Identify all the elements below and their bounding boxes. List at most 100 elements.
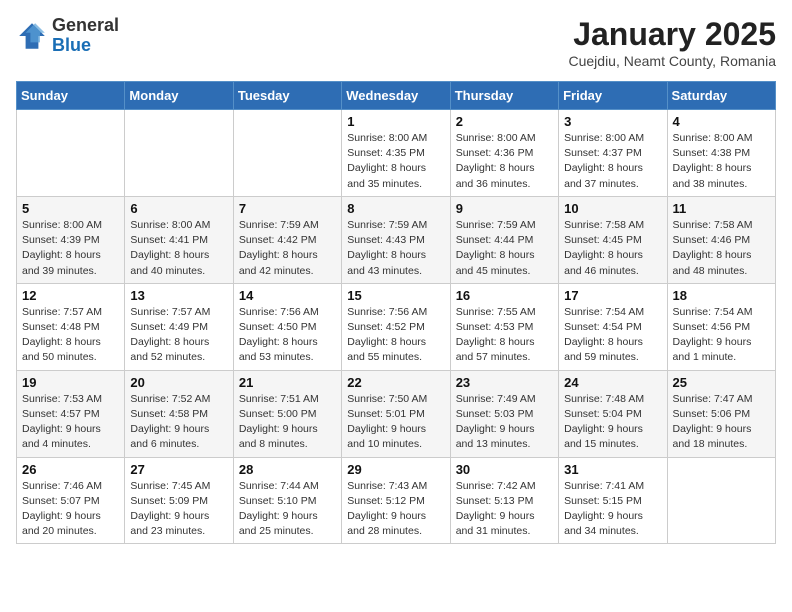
calendar-cell [125, 110, 233, 197]
calendar-cell: 1Sunrise: 8:00 AM Sunset: 4:35 PM Daylig… [342, 110, 450, 197]
month-title: January 2025 [568, 16, 776, 53]
calendar-cell: 13 Sunrise: 7:57 AM Sunset: 4:49 PM Dayli… [125, 283, 233, 370]
calendar-cell: 11 Sunrise: 7:58 AM Sunset: 4:46 PM Dayli… [667, 196, 775, 283]
day-info: Sunrise: 7:50 AM Sunset: 5:01 PM Dayligh… [347, 392, 444, 453]
calendar-cell: 12Sunrise: 7:57 AM Sunset: 4:48 PM Dayli… [17, 283, 125, 370]
day-info: Sunrise: 7:56 AM Sunset: 4:50 PM Dayligh… [239, 305, 336, 366]
logo-blue: Blue [52, 35, 91, 55]
day-info: Sunrise: 7:51 AM Sunset: 5:00 PM Dayligh… [239, 392, 336, 453]
weekday-header: Thursday [450, 82, 558, 110]
calendar: SundayMondayTuesdayWednesdayThursdayFrid… [16, 81, 776, 544]
calendar-week-row: 12Sunrise: 7:57 AM Sunset: 4:48 PM Dayli… [17, 283, 776, 370]
logo-general: General [52, 15, 119, 35]
day-number: 27 [130, 462, 227, 477]
day-number: 15 [347, 288, 444, 303]
calendar-cell: 21 Sunrise: 7:51 AM Sunset: 5:00 PM Dayli… [233, 370, 341, 457]
day-info: Sunrise: 7:58 AM Sunset: 4:46 PM Dayligh… [673, 218, 770, 279]
day-info: Sunrise: 7:57 AM Sunset: 4:49 PM Dayligh… [130, 305, 227, 366]
day-info: Sunrise: 7:45 AM Sunset: 5:09 PM Dayligh… [130, 479, 227, 540]
day-info: Sunrise: 7:54 AM Sunset: 4:56 PM Dayligh… [673, 305, 770, 366]
calendar-cell: 31 Sunrise: 7:41 AM Sunset: 5:15 PM Dayli… [559, 457, 667, 544]
day-info: Sunrise: 7:59 AM Sunset: 4:44 PM Dayligh… [456, 218, 553, 279]
calendar-cell [233, 110, 341, 197]
calendar-cell: 16 Sunrise: 7:55 AM Sunset: 4:53 PM Dayli… [450, 283, 558, 370]
calendar-cell: 23 Sunrise: 7:49 AM Sunset: 5:03 PM Dayli… [450, 370, 558, 457]
day-number: 13 [130, 288, 227, 303]
day-number: 11 [673, 201, 770, 216]
day-info: Sunrise: 7:52 AM Sunset: 4:58 PM Dayligh… [130, 392, 227, 453]
calendar-cell: 22 Sunrise: 7:50 AM Sunset: 5:01 PM Dayli… [342, 370, 450, 457]
day-info: Sunrise: 8:00 AM Sunset: 4:39 PM Dayligh… [22, 218, 119, 279]
day-number: 24 [564, 375, 661, 390]
calendar-cell: 10 Sunrise: 7:58 AM Sunset: 4:45 PM Dayli… [559, 196, 667, 283]
day-number: 21 [239, 375, 336, 390]
day-number: 25 [673, 375, 770, 390]
day-number: 29 [347, 462, 444, 477]
calendar-cell: 5 Sunrise: 8:00 AM Sunset: 4:39 PM Daylig… [17, 196, 125, 283]
day-number: 7 [239, 201, 336, 216]
day-number: 18 [673, 288, 770, 303]
calendar-week-row: 1Sunrise: 8:00 AM Sunset: 4:35 PM Daylig… [17, 110, 776, 197]
day-info: Sunrise: 7:56 AM Sunset: 4:52 PM Dayligh… [347, 305, 444, 366]
day-number: 10 [564, 201, 661, 216]
day-info: Sunrise: 7:41 AM Sunset: 5:15 PM Dayligh… [564, 479, 661, 540]
calendar-week-row: 26 Sunrise: 7:46 AM Sunset: 5:07 PM Dayli… [17, 457, 776, 544]
calendar-cell: 7 Sunrise: 7:59 AM Sunset: 4:42 PM Daylig… [233, 196, 341, 283]
calendar-cell [17, 110, 125, 197]
day-info: Sunrise: 7:49 AM Sunset: 5:03 PM Dayligh… [456, 392, 553, 453]
calendar-cell: 9 Sunrise: 7:59 AM Sunset: 4:44 PM Daylig… [450, 196, 558, 283]
calendar-cell: 8 Sunrise: 7:59 AM Sunset: 4:43 PM Daylig… [342, 196, 450, 283]
day-number: 5 [22, 201, 119, 216]
calendar-cell: 18 Sunrise: 7:54 AM Sunset: 4:56 PM Dayli… [667, 283, 775, 370]
logo: General Blue [16, 16, 119, 56]
day-number: 30 [456, 462, 553, 477]
day-number: 1 [347, 114, 444, 129]
logo-icon [16, 20, 48, 52]
calendar-cell: 24Sunrise: 7:48 AM Sunset: 5:04 PM Dayli… [559, 370, 667, 457]
calendar-cell: 14 Sunrise: 7:56 AM Sunset: 4:50 PM Dayli… [233, 283, 341, 370]
day-number: 17 [564, 288, 661, 303]
day-number: 19 [22, 375, 119, 390]
weekday-header-row: SundayMondayTuesdayWednesdayThursdayFrid… [17, 82, 776, 110]
day-number: 20 [130, 375, 227, 390]
calendar-cell: 2Sunrise: 8:00 AM Sunset: 4:36 PM Daylig… [450, 110, 558, 197]
day-info: Sunrise: 7:47 AM Sunset: 5:06 PM Dayligh… [673, 392, 770, 453]
calendar-cell: 29Sunrise: 7:43 AM Sunset: 5:12 PM Dayli… [342, 457, 450, 544]
calendar-cell: 27 Sunrise: 7:45 AM Sunset: 5:09 PM Dayli… [125, 457, 233, 544]
title-block: January 2025 Cuejdiu, Neamt County, Roma… [568, 16, 776, 69]
day-info: Sunrise: 7:55 AM Sunset: 4:53 PM Dayligh… [456, 305, 553, 366]
day-number: 22 [347, 375, 444, 390]
calendar-cell [667, 457, 775, 544]
day-info: Sunrise: 7:59 AM Sunset: 4:43 PM Dayligh… [347, 218, 444, 279]
day-info: Sunrise: 7:58 AM Sunset: 4:45 PM Dayligh… [564, 218, 661, 279]
day-info: Sunrise: 7:44 AM Sunset: 5:10 PM Dayligh… [239, 479, 336, 540]
day-number: 3 [564, 114, 661, 129]
day-number: 9 [456, 201, 553, 216]
calendar-cell: 19Sunrise: 7:53 AM Sunset: 4:57 PM Dayli… [17, 370, 125, 457]
weekday-header: Sunday [17, 82, 125, 110]
page-header: General Blue January 2025 Cuejdiu, Neamt… [16, 16, 776, 69]
day-info: Sunrise: 7:57 AM Sunset: 4:48 PM Dayligh… [22, 305, 119, 366]
calendar-cell: 20 Sunrise: 7:52 AM Sunset: 4:58 PM Dayli… [125, 370, 233, 457]
calendar-cell: 6Sunrise: 8:00 AM Sunset: 4:41 PM Daylig… [125, 196, 233, 283]
day-number: 2 [456, 114, 553, 129]
calendar-cell: 4 Sunrise: 8:00 AM Sunset: 4:38 PM Daylig… [667, 110, 775, 197]
day-info: Sunrise: 7:46 AM Sunset: 5:07 PM Dayligh… [22, 479, 119, 540]
day-number: 31 [564, 462, 661, 477]
weekday-header: Saturday [667, 82, 775, 110]
day-number: 14 [239, 288, 336, 303]
day-number: 8 [347, 201, 444, 216]
calendar-cell: 26 Sunrise: 7:46 AM Sunset: 5:07 PM Dayli… [17, 457, 125, 544]
day-info: Sunrise: 7:42 AM Sunset: 5:13 PM Dayligh… [456, 479, 553, 540]
calendar-cell: 15 Sunrise: 7:56 AM Sunset: 4:52 PM Dayli… [342, 283, 450, 370]
day-info: Sunrise: 8:00 AM Sunset: 4:38 PM Dayligh… [673, 131, 770, 192]
day-info: Sunrise: 7:54 AM Sunset: 4:54 PM Dayligh… [564, 305, 661, 366]
day-info: Sunrise: 8:00 AM Sunset: 4:41 PM Dayligh… [130, 218, 227, 279]
calendar-cell: 3Sunrise: 8:00 AM Sunset: 4:37 PM Daylig… [559, 110, 667, 197]
day-number: 26 [22, 462, 119, 477]
day-number: 16 [456, 288, 553, 303]
weekday-header: Tuesday [233, 82, 341, 110]
day-number: 4 [673, 114, 770, 129]
day-info: Sunrise: 7:59 AM Sunset: 4:42 PM Dayligh… [239, 218, 336, 279]
day-number: 23 [456, 375, 553, 390]
